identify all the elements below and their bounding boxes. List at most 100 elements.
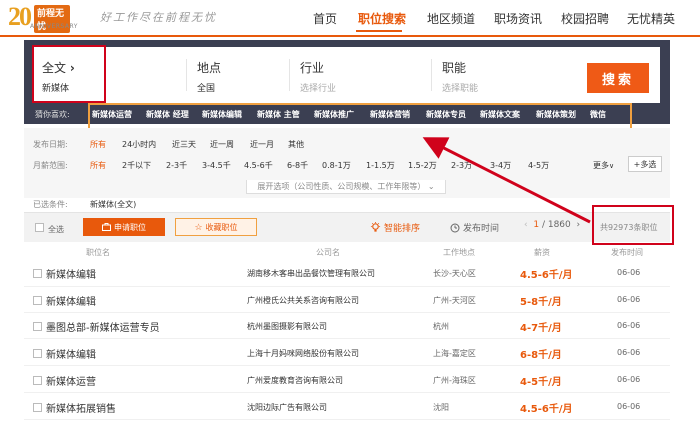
hot-term[interactable]: 新媒体推广 (314, 109, 354, 120)
salary-option[interactable]: 2千以下 (122, 160, 151, 171)
industry-label: 行业 (300, 61, 325, 75)
date-option[interactable]: 其他 (288, 139, 304, 150)
hot-term[interactable]: 微信 (590, 109, 606, 120)
job-salary: 4.5-6千/月 (520, 270, 573, 281)
date-option[interactable]: 近三天 (172, 139, 196, 150)
divider (431, 59, 432, 91)
company-link[interactable]: 湖南移木客串出品餐饮管理有限公司 (247, 268, 375, 279)
row-checkbox[interactable] (33, 376, 42, 385)
divider (289, 59, 290, 91)
row-checkbox[interactable] (33, 322, 42, 331)
row-checkbox[interactable] (33, 269, 42, 278)
prev-page-icon[interactable]: ‹ (524, 220, 528, 230)
favorite-job-button[interactable]: ☆ 收藏职位 (175, 218, 257, 236)
site-logo[interactable]: 20 前程无忧 ANNIVERSARY (8, 2, 77, 33)
job-title-link[interactable]: 墨图总部-新媒体运营专员 (46, 319, 160, 334)
row-checkbox[interactable] (33, 403, 42, 412)
salary-option[interactable]: 6-8千 (287, 160, 308, 171)
favorite-job-label: 收藏职位 (205, 222, 238, 232)
clock-icon (450, 223, 460, 232)
salary-option[interactable]: 3-4万 (490, 160, 511, 171)
smart-sort-button[interactable]: 智能排序 (370, 221, 420, 234)
expand-options-toggle[interactable]: 展开选项（公司性质、公司规模、工作年限等） ⌄ (246, 180, 446, 194)
nav-home[interactable]: 首页 (313, 10, 337, 27)
hot-term[interactable]: 新媒体专员 (426, 109, 466, 120)
job-title-link[interactable]: 新媒体编辑 (46, 346, 96, 361)
job-date: 06-06 (617, 268, 641, 277)
hot-term[interactable]: 新媒体文案 (480, 109, 520, 120)
function-field[interactable]: 职能 选择职能 (434, 47, 574, 103)
pagination: ‹ 1 / 1860 › (524, 220, 580, 230)
search-button[interactable]: 搜索 (587, 63, 649, 93)
table-row[interactable] (24, 394, 670, 420)
nav-region[interactable]: 地区频道 (427, 10, 475, 27)
logo-anniversary: ANNIVERSARY (30, 23, 78, 30)
next-page-icon[interactable]: › (577, 220, 581, 230)
select-all-label[interactable]: 全选 (48, 224, 64, 235)
job-title-link[interactable]: 新媒体编辑 (46, 266, 96, 281)
multi-select-button[interactable]: +多选 (628, 156, 662, 172)
industry-placeholder[interactable]: 选择行业 (300, 81, 336, 94)
salary-filter-label: 月薪范围: (33, 161, 68, 170)
job-date: 06-06 (617, 348, 641, 357)
hot-term[interactable]: 新媒体编辑 (202, 109, 242, 120)
salary-option[interactable]: 3-4.5千 (202, 160, 231, 171)
hot-term[interactable]: 新媒体 经理 (146, 109, 189, 120)
location-field[interactable]: 地点 全国 (189, 47, 289, 103)
fulltext-highlight-box (32, 45, 106, 103)
smart-sort-label: 智能排序 (384, 224, 421, 234)
salary-option[interactable]: 0.8-1万 (322, 160, 351, 171)
company-link[interactable]: 杭州墨图摄影有限公司 (247, 321, 327, 332)
hot-term[interactable]: 新媒体策划 (536, 109, 576, 120)
apply-job-label: 申请职位 (114, 222, 146, 232)
star-icon: ☆ (194, 221, 203, 232)
job-salary: 6-8千/月 (520, 350, 562, 361)
selected-condition-tag[interactable]: 新媒体(全文) (90, 199, 136, 210)
total-count-highlight-box (592, 205, 674, 245)
industry-field[interactable]: 行业 选择行业 (292, 47, 432, 103)
job-title-link[interactable]: 新媒体编辑 (46, 293, 96, 308)
row-checkbox[interactable] (33, 296, 42, 305)
hot-term[interactable]: 新媒体营销 (370, 109, 410, 120)
nav-job-search[interactable]: 职位搜索 (358, 10, 406, 27)
salary-option[interactable]: 1.5-2万 (408, 160, 437, 171)
apply-job-button[interactable]: 申请职位 (83, 218, 165, 236)
location-value[interactable]: 全国 (197, 81, 215, 94)
company-link[interactable]: 广州爱度教育咨询有限公司 (247, 375, 343, 386)
nav-career-news[interactable]: 职场资讯 (494, 10, 542, 27)
function-placeholder[interactable]: 选择职能 (442, 81, 478, 94)
slogan: 好工作尽在前程无忧 (100, 11, 217, 24)
hot-terms-label: 猜你喜欢: (35, 110, 70, 119)
row-checkbox[interactable] (33, 349, 42, 358)
publish-time-sort-button[interactable]: 发布时间 (450, 221, 499, 234)
hot-term[interactable]: 新媒体运营 (92, 109, 132, 120)
hot-term[interactable]: 新媒体 主管 (257, 109, 300, 120)
date-option[interactable]: 24小时内 (122, 139, 156, 150)
salary-option[interactable]: 4-5万 (528, 160, 549, 171)
company-link[interactable]: 广州橙氏公共关系咨询有限公司 (247, 295, 359, 306)
selected-conditions-label: 已选条件: (33, 200, 68, 209)
current-page: 1 (533, 220, 540, 230)
job-title-link[interactable]: 新媒体拓展销售 (46, 400, 116, 415)
job-date: 06-06 (617, 375, 641, 384)
date-option[interactable]: 近一周 (210, 139, 234, 150)
function-label: 职能 (442, 61, 467, 75)
nav-campus[interactable]: 校园招聘 (561, 10, 609, 27)
nav-elite[interactable]: 无忧精英 (627, 10, 675, 27)
date-option[interactable]: 近一月 (250, 139, 274, 150)
salary-option[interactable]: 所有 (90, 160, 106, 171)
salary-option[interactable]: 2-3千 (166, 160, 187, 171)
table-row[interactable] (24, 367, 670, 393)
job-title-link[interactable]: 新媒体运营 (46, 373, 96, 388)
active-nav-indicator (356, 30, 402, 32)
job-date: 06-06 (617, 295, 641, 304)
select-all-checkbox[interactable] (35, 223, 44, 232)
job-date: 06-06 (617, 402, 641, 411)
salary-option[interactable]: 2-3万 (451, 160, 472, 171)
date-option[interactable]: 所有 (90, 139, 106, 150)
more-salary-button[interactable]: 更多∨ (593, 160, 614, 171)
salary-option[interactable]: 1-1.5万 (366, 160, 395, 171)
company-link[interactable]: 沈阳边际广告有限公司 (247, 402, 327, 413)
company-link[interactable]: 上海十月妈咪网络股份有限公司 (247, 348, 359, 359)
salary-option[interactable]: 4.5-6千 (244, 160, 273, 171)
